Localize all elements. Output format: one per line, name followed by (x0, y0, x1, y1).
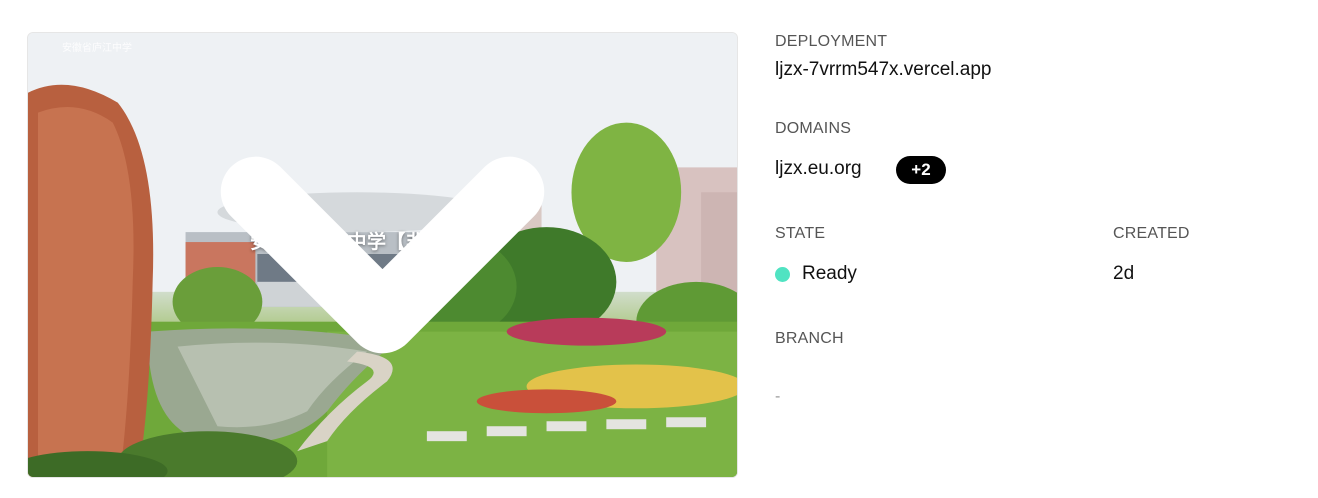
domains-extra-badge[interactable]: +2 (896, 156, 946, 184)
deployment-preview-image[interactable]: 安徽省庐江中学 安徽省庐江中学【非官网】 (27, 32, 738, 478)
deployment-url-link[interactable]: ljzx-7vrrm547x.vercel.app (775, 59, 991, 81)
state-value: Ready (802, 263, 857, 284)
created-label: CREATED (1113, 225, 1190, 242)
chevron-down-icon[interactable] (28, 33, 737, 477)
state-label: STATE (775, 225, 826, 242)
branch-label: BRANCH (775, 330, 844, 347)
domains-label: DOMAINS (775, 120, 852, 137)
branch-value: - (775, 388, 781, 405)
created-value: 2d (1113, 263, 1135, 284)
domain-primary-link[interactable]: ljzx.eu.org (775, 158, 862, 180)
deployment-label: DEPLOYMENT (775, 33, 888, 50)
deployment-overview: 安徽省庐江中学 安徽省庐江中学【非官网】 DEPLOYMENT ljzx-7vr… (0, 0, 1318, 498)
status-dot-icon (775, 267, 790, 282)
